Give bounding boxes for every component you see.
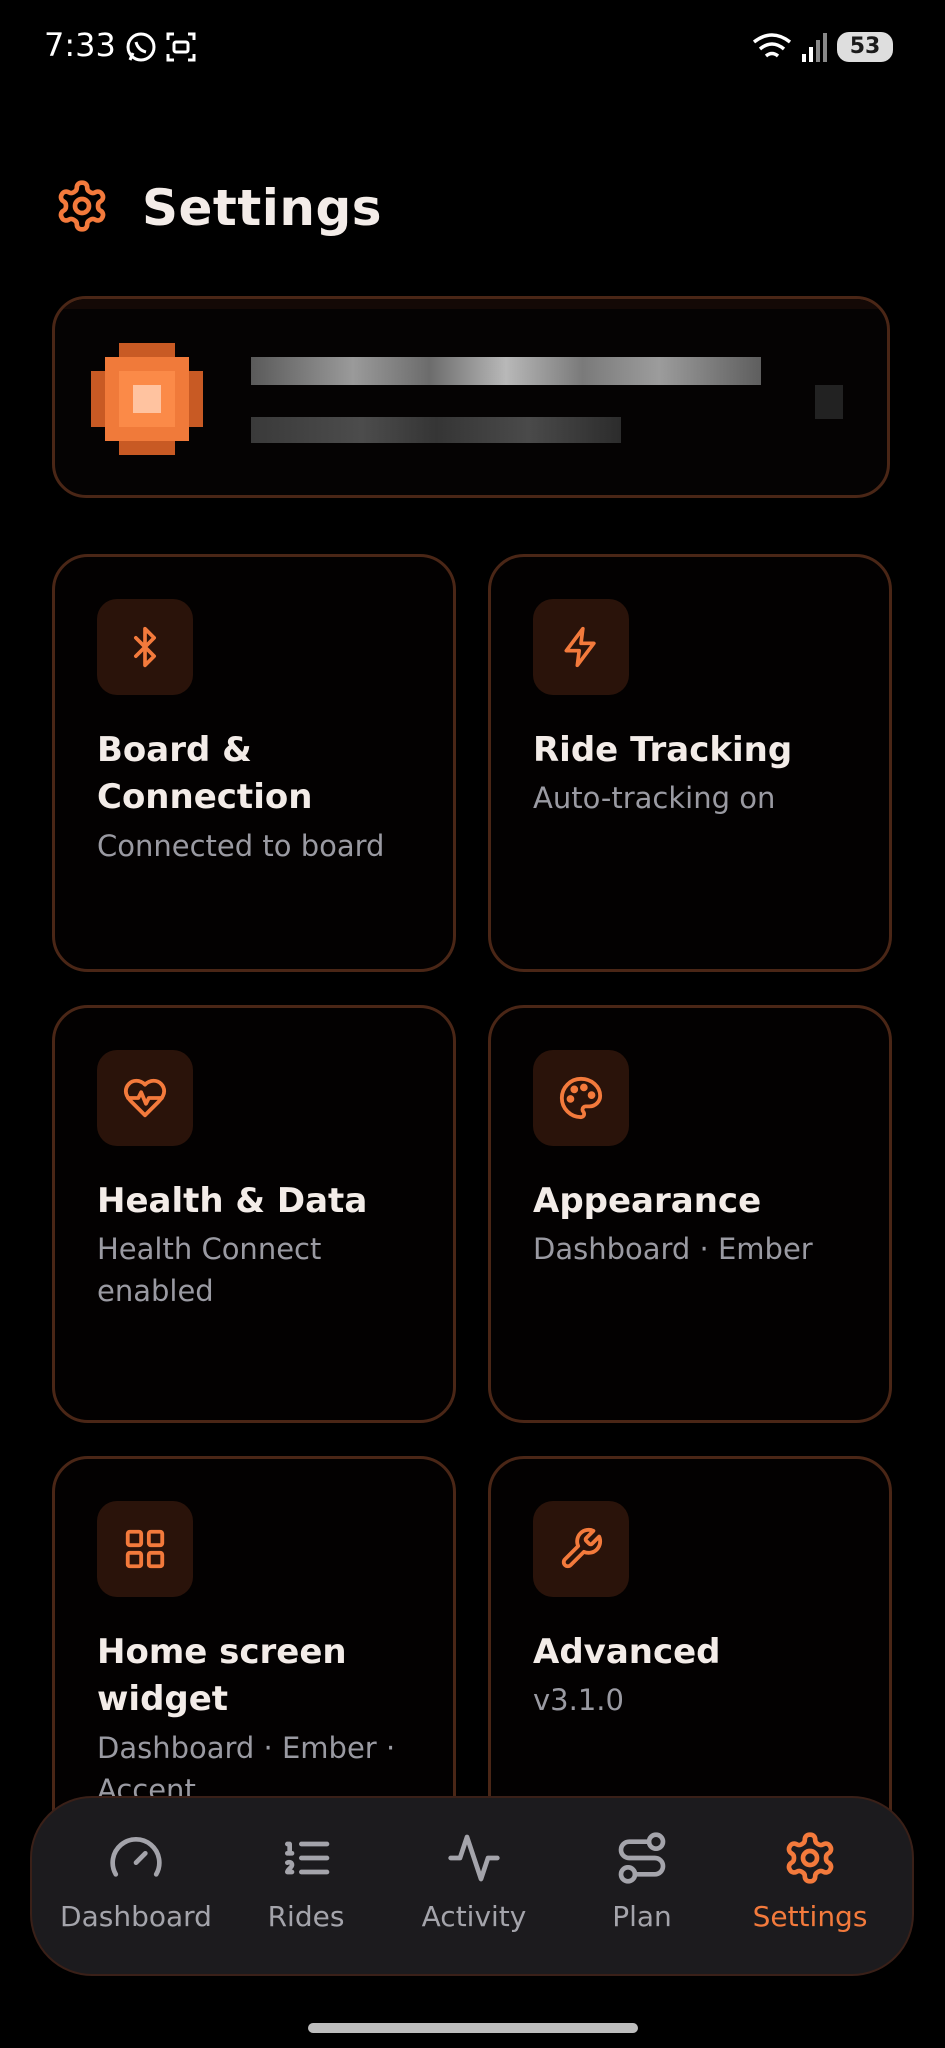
card-appearance[interactable]: Appearance Dashboard · Ember [488,1005,892,1423]
nav-label: Dashboard [60,1900,212,1933]
gear-icon [54,178,110,238]
screenshot-icon [164,30,198,68]
card-subtitle: Dashboard · Ember [533,1232,813,1266]
nav-item-rides[interactable]: Rides [222,1828,390,1933]
profile-card[interactable] [52,296,890,498]
card-title: Home screen widget [97,1632,347,1719]
route-icon [558,1828,726,1888]
bluetooth-icon [97,599,193,695]
battery-indicator: 53 [837,32,893,62]
card-title: Appearance [533,1181,762,1221]
nav-item-activity[interactable]: Activity [390,1828,558,1933]
gear-icon [726,1828,894,1888]
whatsapp-icon [124,30,158,68]
bottom-navigation: Dashboard Rides Activity Plan Settings [30,1796,914,1976]
nav-label: Rides [267,1900,345,1933]
card-title: Advanced [533,1632,721,1672]
card-subtitle: Auto-tracking on [533,781,776,815]
card-subtitle: Health Connect enabled [97,1232,322,1308]
signal-icon [800,30,830,68]
lightning-icon [533,599,629,695]
nav-label: Activity [421,1900,527,1933]
page-title: Settings [142,179,383,237]
activity-icon [390,1828,558,1888]
card-subtitle: Connected to board [97,829,385,863]
nav-item-settings[interactable]: Settings [726,1828,894,1933]
avatar [91,343,203,455]
profile-frame [55,299,887,309]
card-subtitle: v3.1.0 [533,1683,624,1717]
nav-item-dashboard[interactable]: Dashboard [52,1828,220,1933]
profile-name-redacted [251,357,761,385]
heart-pulse-icon [97,1050,193,1146]
card-ride-tracking[interactable]: Ride Tracking Auto-tracking on [488,554,892,972]
nav-item-plan[interactable]: Plan [558,1828,726,1933]
card-title: Board & Connection [97,730,313,817]
status-bar: 7:33 53 [0,0,945,96]
card-board-connection[interactable]: Board & Connection Connected to board [52,554,456,972]
card-title: Ride Tracking [533,730,793,770]
wifi-icon [750,30,794,68]
grid-icon [97,1501,193,1597]
list-icon [222,1828,390,1888]
palette-icon [533,1050,629,1146]
nav-label: Settings [752,1900,868,1933]
status-time: 7:33 [44,26,116,64]
nav-label: Plan [612,1900,672,1933]
chevron-right-icon [815,385,843,419]
card-health-data[interactable]: Health & Data Health Connect enabled [52,1005,456,1423]
wrench-icon [533,1501,629,1597]
gauge-icon [52,1828,220,1888]
page-header: Settings [54,172,382,244]
card-title: Health & Data [97,1181,368,1221]
home-indicator[interactable] [308,2023,638,2033]
profile-subtitle-redacted [251,417,621,443]
